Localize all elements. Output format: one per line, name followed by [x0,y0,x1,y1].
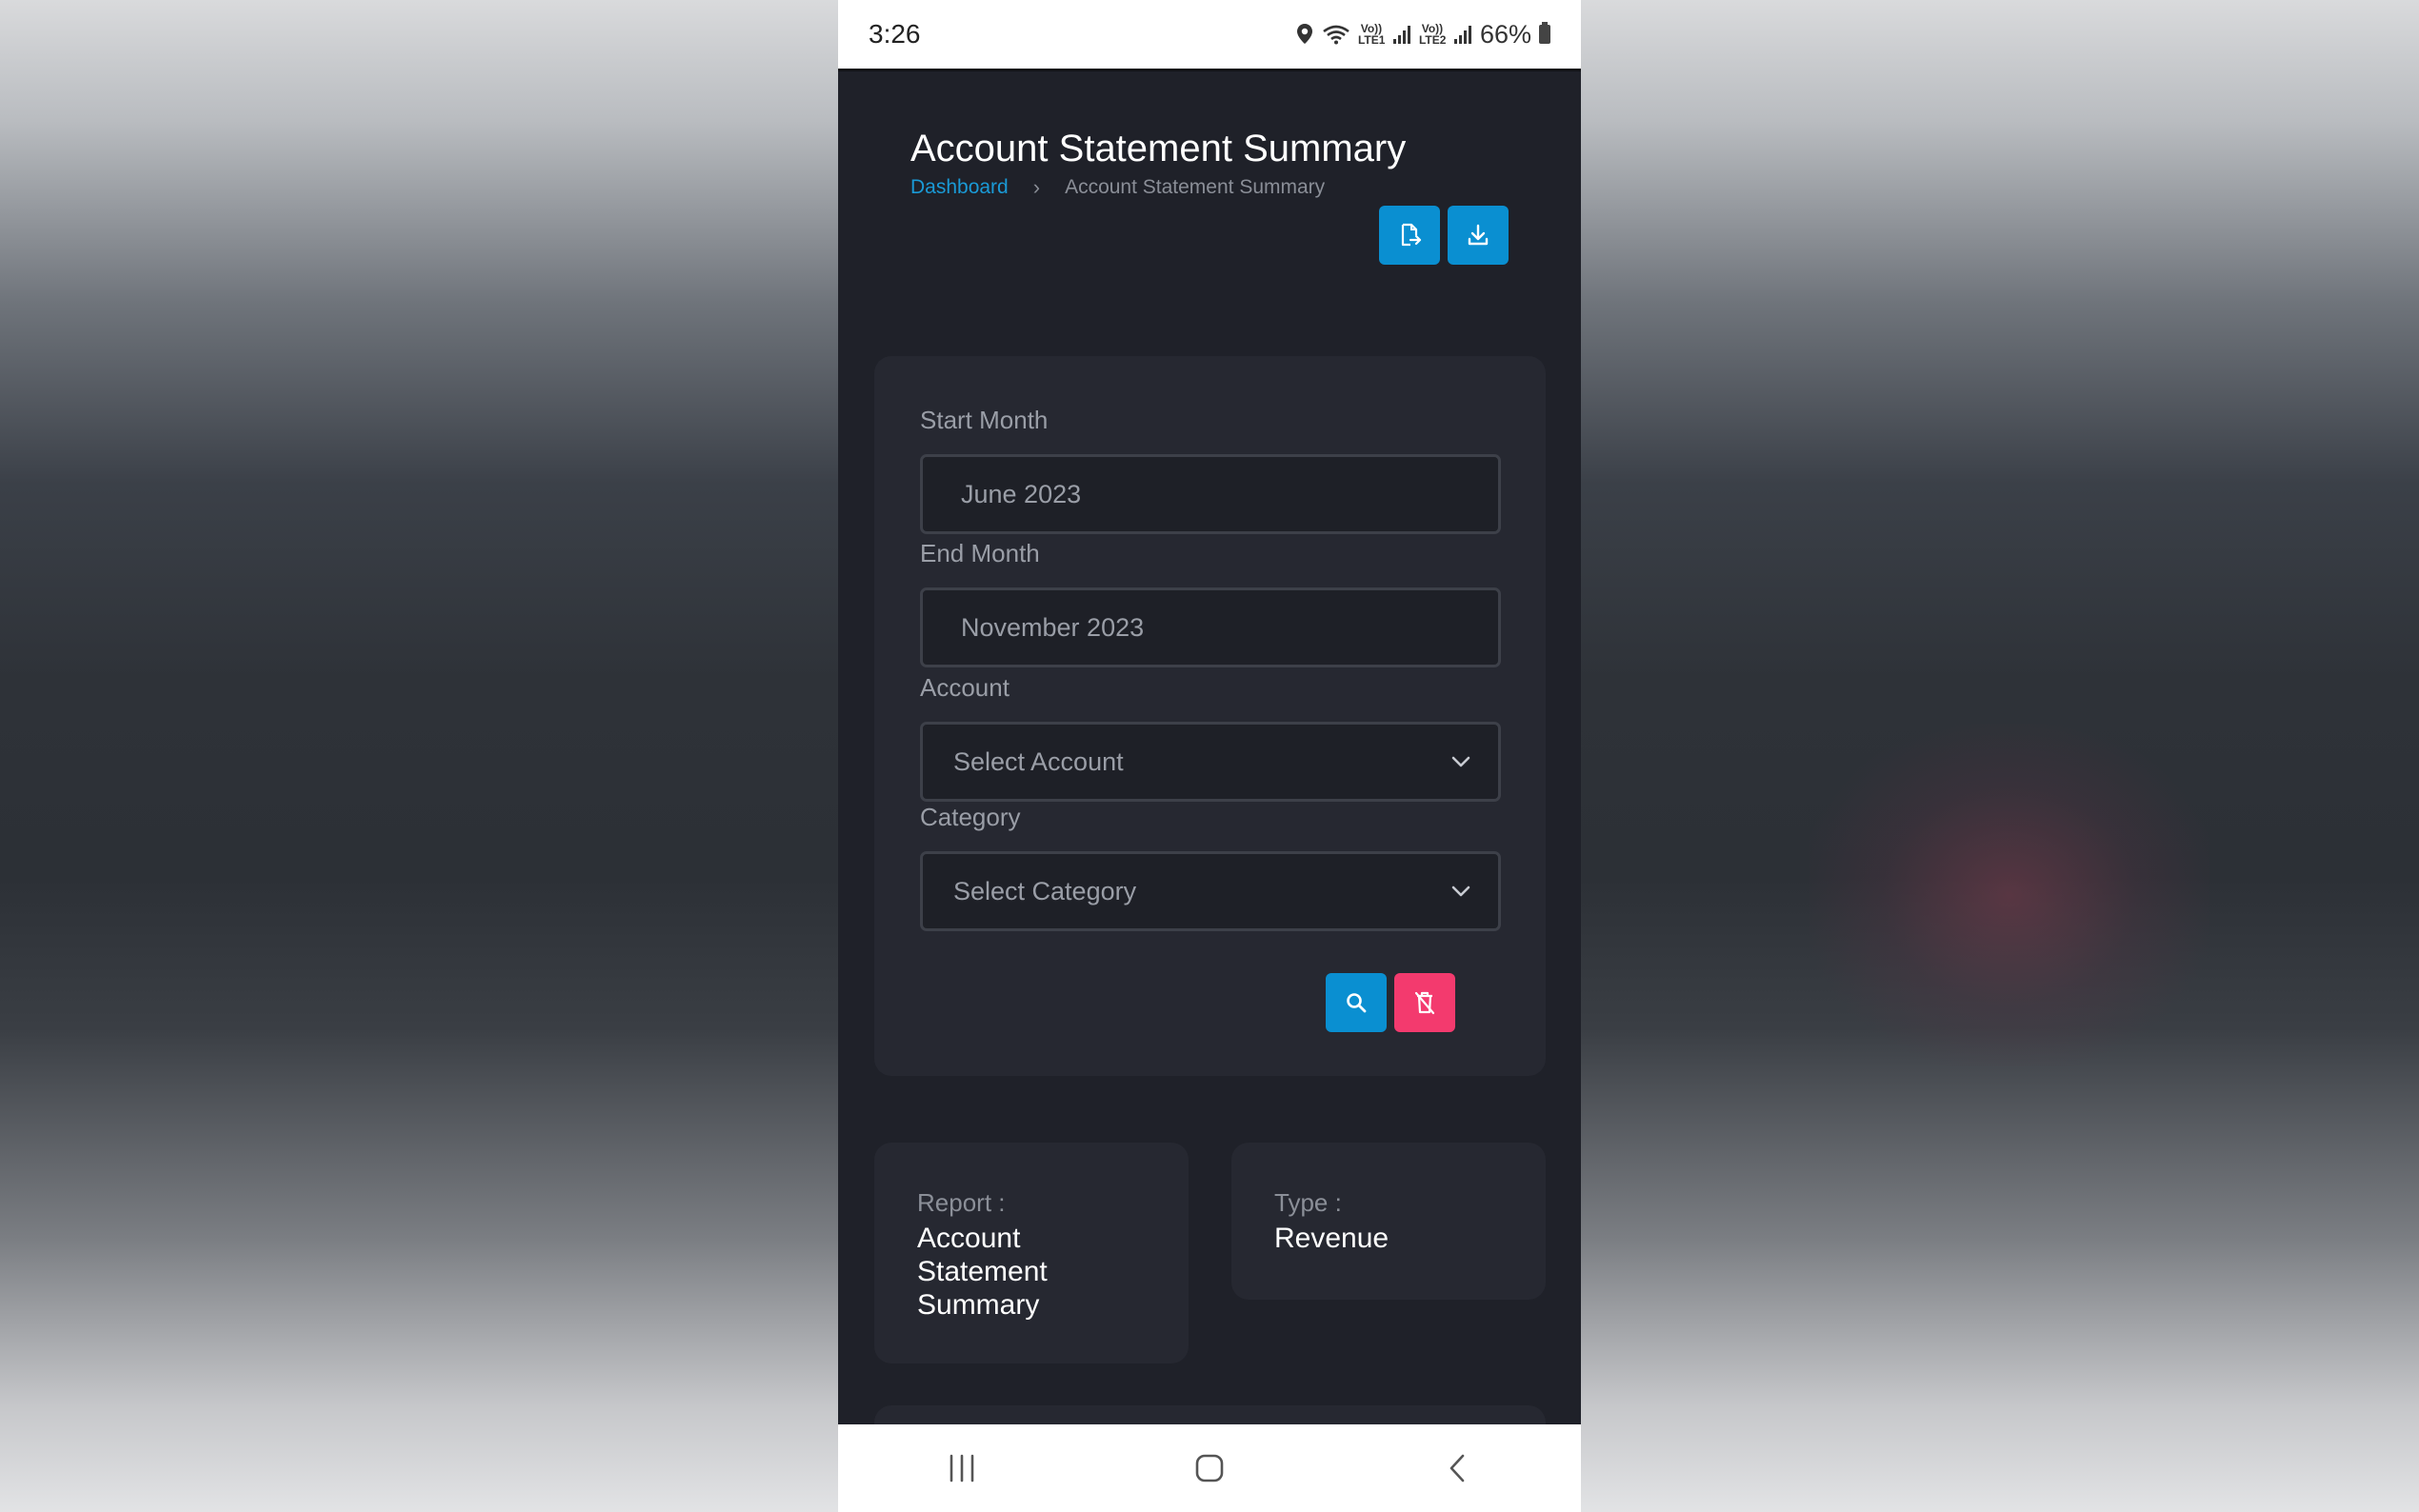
report-info-card: Report : Account Statement Summary [874,1143,1189,1363]
back-button[interactable] [1419,1440,1495,1497]
filter-card: Start Month June 2023 End Month November… [874,356,1546,1076]
clear-filter-button[interactable] [1394,973,1455,1032]
category-label: Category [920,803,1021,831]
end-month-input[interactable]: November 2023 [920,587,1501,667]
start-month-label: Start Month [920,406,1049,434]
breadcrumb-dashboard-link[interactable]: Dashboard [910,176,1009,199]
breadcrumb: Dashboard › Account Statement Summary [910,175,1325,200]
account-select[interactable]: Select Account [920,722,1501,802]
chevron-down-icon [1451,756,1470,767]
status-time: 3:26 [869,19,921,49]
breadcrumb-current: Account Statement Summary [1065,176,1326,198]
back-icon [1449,1454,1465,1482]
recent-apps-button[interactable] [924,1440,1000,1497]
search-icon [1347,993,1367,1013]
search-button[interactable] [1326,973,1387,1032]
report-info: Report : Account Statement Summary [917,1188,1165,1322]
report-value: Account Statement Summary [917,1223,1048,1321]
status-bar: 3:26 Vo)) LTE1 Vo)) LTE2 66% [838,0,1581,69]
background-glow [1809,724,2209,1066]
status-icons: Vo)) LTE1 Vo)) LTE2 66% [1295,20,1550,50]
lte2-indicator: Vo)) LTE2 [1418,22,1447,47]
report-label: Report : [917,1188,1006,1217]
export-file-button[interactable] [1379,206,1440,265]
location-icon [1296,24,1312,44]
wifi-icon [1323,25,1349,45]
type-label: Type : [1274,1188,1342,1217]
download-icon [1468,224,1489,246]
end-month-label: End Month [920,539,1040,567]
type-info: Type : Revenue [1274,1188,1522,1255]
type-value: Revenue [1274,1223,1389,1254]
home-icon [1195,1454,1224,1482]
chevron-right-icon: › [1032,175,1041,199]
header-divider [838,69,1581,71]
category-select[interactable]: Select Category [920,851,1501,931]
type-info-card: Type : Revenue [1231,1143,1546,1300]
phone-screen: 3:26 Vo)) LTE1 Vo)) LTE2 66% Account Sta… [838,0,1581,1512]
android-nav-bar [838,1424,1581,1512]
page-title: Account Statement Summary [910,128,1407,169]
signal-icon [1392,26,1410,44]
battery-percent: 66% [1479,19,1531,49]
lte1-indicator: Vo)) LTE1 [1357,22,1386,47]
clear-filter-icon [1414,991,1435,1015]
signal-icon [1453,26,1471,44]
category-select-value: Select Category [953,876,1137,905]
recent-apps-icon [950,1454,974,1482]
account-label: Account [920,673,1010,702]
start-month-input[interactable]: June 2023 [920,454,1501,534]
file-export-icon [1401,223,1422,247]
account-select-value: Select Account [953,746,1124,776]
home-button[interactable] [1171,1440,1248,1497]
battery-icon [1539,22,1550,44]
download-button[interactable] [1448,206,1509,265]
start-month-value: June 2023 [961,479,1082,508]
chevron-down-icon [1451,885,1470,897]
end-month-value: November 2023 [961,612,1145,642]
